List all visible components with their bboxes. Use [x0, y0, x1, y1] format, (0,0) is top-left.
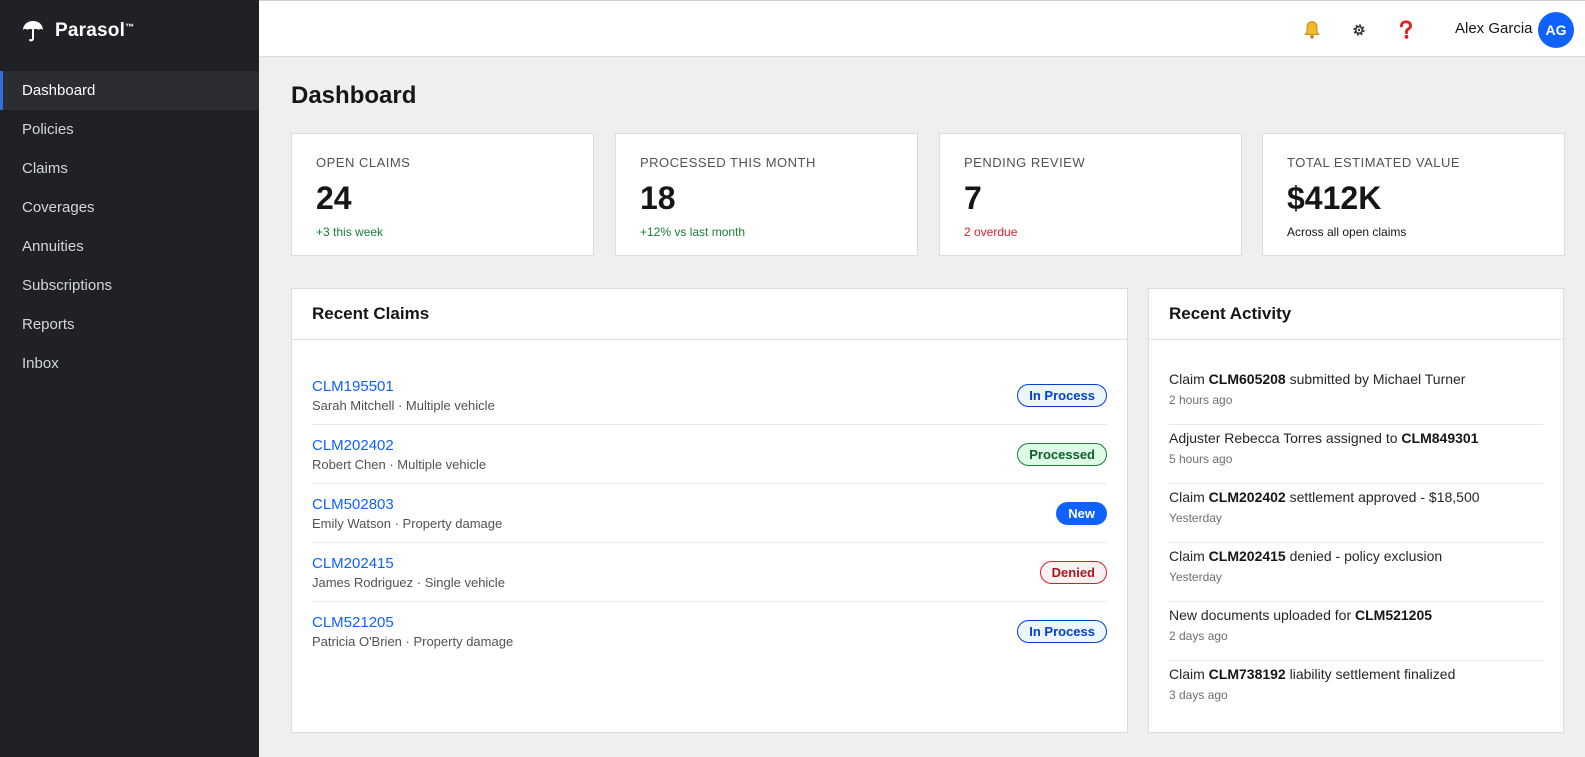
activity-text: New documents uploaded for CLM521205: [1169, 607, 1433, 623]
activity-time: 2 days ago: [1169, 629, 1228, 643]
claim-meta: Sarah Mitchell · Multiple vehicle: [312, 397, 495, 413]
status-badge: In Process: [1017, 383, 1107, 407]
sidebar-item-reports[interactable]: Reports: [0, 305, 259, 344]
stat-card-total-value: TOTAL ESTIMATED VALUE $412K Across all o…: [1262, 133, 1565, 256]
table-row[interactable]: CLM195501 Sarah Mitchell · Multiple vehi…: [312, 366, 1107, 425]
help-icon: [1400, 20, 1413, 39]
activity-claim-id: CLM202402: [1208, 489, 1286, 505]
stat-label: OPEN CLAIMS: [316, 155, 411, 170]
activity-claim-id: CLM202415: [1208, 548, 1286, 564]
top-header: Alex Garcia AG: [259, 0, 1585, 57]
claim-meta: James Rodriguez · Single vehicle: [312, 574, 505, 590]
recent-claims-panel: Recent Claims CLM195501 Sarah Mitchell ·…: [291, 288, 1128, 733]
recent-activity-panel: Recent Activity Claim CLM605208 submitte…: [1148, 288, 1564, 733]
claim-meta: Emily Watson · Property damage: [312, 515, 503, 531]
umbrella-icon: [23, 21, 43, 42]
stat-label: PENDING REVIEW: [964, 155, 1086, 170]
stat-subtext: +3 this week: [316, 225, 384, 239]
status-badge: Denied: [1039, 560, 1107, 584]
sidebar-nav: Dashboard Policies Claims Coverages Annu…: [0, 71, 259, 383]
activity-text: Claim CLM202402 settlement approved - $1…: [1169, 489, 1480, 505]
activity-time: 2 hours ago: [1169, 393, 1233, 407]
activity-time: Yesterday: [1169, 570, 1222, 584]
stat-card-processed: PROCESSED THIS MONTH 18 +12% vs last mon…: [615, 133, 918, 256]
sidebar-item-annuities[interactable]: Annuities: [0, 227, 259, 266]
list-item: Claim CLM202402 settlement approved - $1…: [1169, 484, 1543, 543]
stat-card-pending-review: PENDING REVIEW 7 2 overdue: [939, 133, 1242, 256]
stat-subtext: Across all open claims: [1287, 225, 1407, 239]
activity-text: Claim CLM202415 denied - policy exclusio…: [1169, 548, 1443, 564]
claims-list: CLM195501 Sarah Mitchell · Multiple vehi…: [292, 340, 1127, 661]
stat-value: $412K: [1287, 180, 1382, 216]
list-item: Claim CLM738192 liability settlement fin…: [1169, 661, 1543, 720]
claim-meta: Robert Chen · Multiple vehicle: [312, 456, 487, 472]
sidebar-item-label: Reports: [22, 316, 75, 333]
sidebar-item-dashboard[interactable]: Dashboard: [0, 71, 259, 110]
header-icons: [1297, 15, 1438, 45]
sidebar-item-claims[interactable]: Claims: [0, 149, 259, 188]
activity-text: Claim CLM605208 submitted by Michael Tur…: [1169, 371, 1466, 387]
gear-icon: [1353, 24, 1365, 36]
help-button[interactable]: [1391, 15, 1421, 45]
panel-title: Recent Claims: [292, 289, 1127, 340]
settings-button[interactable]: [1344, 15, 1374, 45]
sidebar-item-label: Annuities: [22, 238, 84, 255]
stat-card-open-claims: OPEN CLAIMS 24 +3 this week: [291, 133, 594, 256]
claim-link[interactable]: CLM202415: [312, 555, 505, 572]
claim-link[interactable]: CLM521205: [312, 614, 513, 631]
sidebar-item-subscriptions[interactable]: Subscriptions: [0, 266, 259, 305]
status-badge: New: [1056, 501, 1107, 525]
activity-claim-id: CLM605208: [1208, 371, 1286, 387]
table-row[interactable]: CLM202415 James Rodriguez · Single vehic…: [312, 543, 1107, 602]
sidebar-item-inbox[interactable]: Inbox: [0, 344, 259, 383]
sidebar-item-policies[interactable]: Policies: [0, 110, 259, 149]
sidebar-item-label: Dashboard: [22, 82, 96, 99]
activity-text: Adjuster Rebecca Torres assigned to CLM8…: [1169, 430, 1479, 446]
sidebar-item-label: Inbox: [22, 355, 59, 372]
panel-title: Recent Activity: [1149, 289, 1563, 340]
sidebar-item-label: Claims: [22, 160, 68, 177]
claim-link[interactable]: CLM202402: [312, 437, 486, 454]
stat-value: 18: [640, 180, 676, 216]
table-row[interactable]: CLM202402 Robert Chen · Multiple vehicle…: [312, 425, 1107, 484]
claim-link[interactable]: CLM195501: [312, 378, 495, 395]
sidebar-item-coverages[interactable]: Coverages: [0, 188, 259, 227]
activity-time: 5 hours ago: [1169, 452, 1233, 466]
status-badge: In Process: [1017, 620, 1107, 643]
list-item: New documents uploaded for CLM521205 2 d…: [1169, 602, 1543, 661]
activity-time: 3 days ago: [1169, 688, 1228, 702]
activity-claim-id: CLM738192: [1208, 666, 1286, 682]
brand-name: Parasol™: [55, 20, 135, 41]
stat-subtext: +12% vs last month: [640, 225, 746, 239]
table-row[interactable]: CLM502803 Emily Watson · Property damage…: [312, 484, 1107, 543]
notifications-button[interactable]: [1297, 15, 1327, 45]
user-name[interactable]: Alex Garcia: [1455, 20, 1533, 37]
sidebar-item-label: Policies: [22, 121, 74, 138]
bell-icon: [1304, 21, 1320, 39]
activity-time: Yesterday: [1169, 511, 1222, 525]
list-item: Adjuster Rebecca Torres assigned to CLM8…: [1169, 425, 1543, 484]
table-row[interactable]: CLM521205 Patricia O'Brien · Property da…: [312, 602, 1107, 661]
stat-value: 7: [964, 180, 982, 216]
status-badge: Processed: [1017, 442, 1107, 466]
sidebar-item-label: Coverages: [22, 199, 95, 216]
activity-list: Claim CLM605208 submitted by Michael Tur…: [1149, 340, 1563, 720]
avatar[interactable]: AG: [1538, 12, 1574, 48]
activity-claim-id: CLM849301: [1401, 430, 1479, 446]
stat-subtext: 2 overdue: [964, 225, 1018, 239]
activity-text: Claim CLM738192 liability settlement fin…: [1169, 666, 1456, 682]
page-title: Dashboard: [291, 82, 417, 109]
activity-claim-id: CLM521205: [1355, 607, 1433, 623]
claim-link[interactable]: CLM502803: [312, 496, 502, 513]
stat-label: PROCESSED THIS MONTH: [640, 155, 816, 170]
list-item: Claim CLM202415 denied - policy exclusio…: [1169, 543, 1543, 602]
claim-meta: Patricia O'Brien · Property damage: [312, 634, 514, 649]
stat-label: TOTAL ESTIMATED VALUE: [1287, 155, 1461, 170]
brand-logo[interactable]: Parasol™: [0, 0, 259, 62]
list-item: Claim CLM605208 submitted by Michael Tur…: [1169, 366, 1543, 425]
stat-value: 24: [316, 180, 352, 216]
sidebar: Parasol™ Dashboard Policies Claims Cover…: [0, 0, 259, 757]
sidebar-item-label: Subscriptions: [22, 277, 113, 294]
